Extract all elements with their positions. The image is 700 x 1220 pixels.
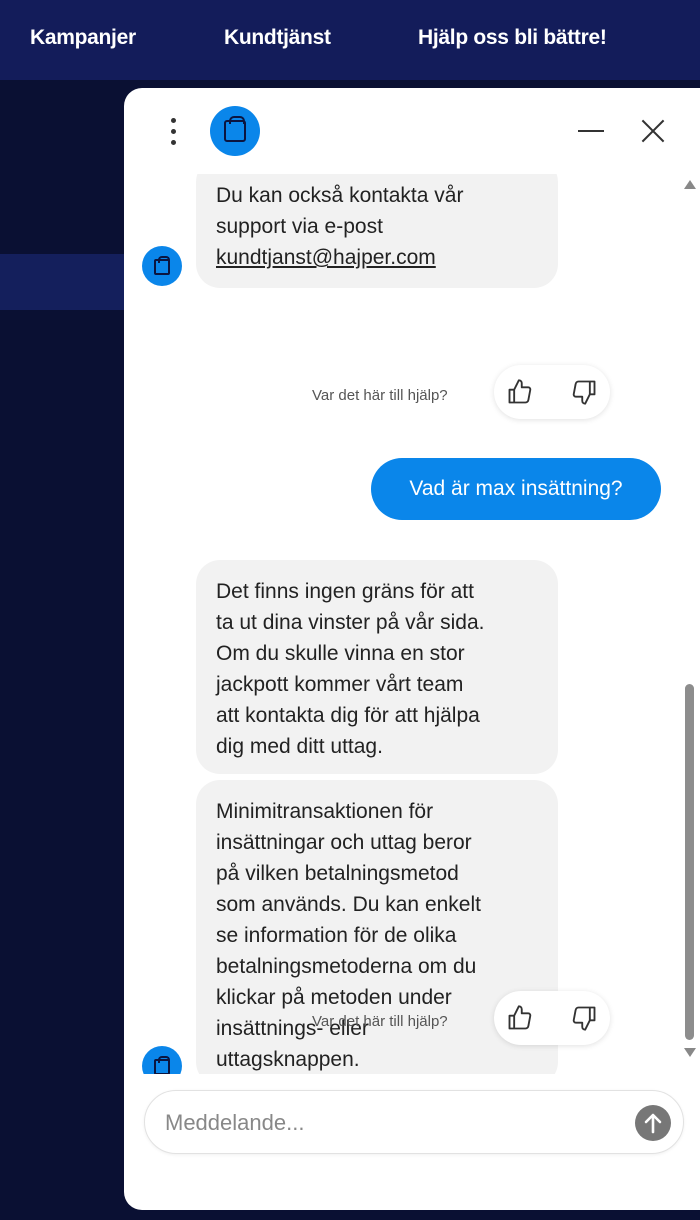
chat-header	[124, 88, 700, 174]
message-line: Minimitransaktionen för	[216, 800, 434, 823]
message-line: klickar på metoden under	[216, 986, 452, 1009]
scroll-thumb[interactable]	[685, 684, 694, 1040]
send-button[interactable]	[635, 1105, 671, 1141]
message-line: Om du skulle vinna en stor	[216, 642, 465, 665]
bot-avatar-icon	[142, 1046, 182, 1074]
close-icon[interactable]	[638, 116, 668, 146]
feedback-buttons	[494, 365, 610, 419]
chat-widget: Du kan också kontakta vår support via e-…	[124, 88, 700, 1210]
message-line: jackpott kommer vårt team	[216, 673, 464, 696]
message-composer	[144, 1090, 684, 1154]
minimize-icon[interactable]	[576, 116, 606, 146]
message-input[interactable]	[165, 1103, 615, 1143]
bot-avatar-icon	[210, 106, 260, 156]
message-line: att kontakta dig för att hjälpa	[216, 704, 480, 727]
message-line: betalningsmetoderna om du	[216, 955, 477, 978]
scroll-down-arrow-icon[interactable]	[684, 1048, 696, 1057]
message-line: ta ut dina vinster på vår sida.	[216, 611, 485, 634]
thumbs-up-icon[interactable]	[506, 378, 534, 406]
scroll-up-arrow-icon[interactable]	[684, 180, 696, 189]
arrow-up-icon	[644, 1113, 662, 1134]
message-line: Du kan också kontakta vår	[216, 184, 464, 207]
message-line: se information för de olika	[216, 924, 457, 947]
nav-link-kampanjer[interactable]: Kampanjer	[30, 26, 136, 50]
message-line: dig med ditt uttag.	[216, 735, 383, 758]
message-line: Det finns ingen gräns för att	[216, 580, 474, 603]
message-line: support via e-post	[216, 215, 383, 238]
bot-message: Du kan också kontakta vår support via e-…	[196, 174, 558, 288]
feedback-label: Var det här till hjälp?	[312, 387, 448, 404]
user-message: Vad är max insättning?	[371, 458, 661, 520]
thumbs-down-icon[interactable]	[570, 1004, 598, 1032]
nav-link-kundtjanst[interactable]: Kundtjänst	[224, 26, 331, 50]
message-line: som används. Du kan enkelt	[216, 893, 481, 916]
support-email-link[interactable]: kundtjanst@hajper.com	[216, 242, 538, 273]
nav-link-feedback[interactable]: Hjälp oss bli bättre!	[418, 26, 607, 50]
message-line: på vilken betalningsmetod	[216, 862, 459, 885]
message-line: uttagsknappen.	[216, 1048, 360, 1071]
kebab-menu-icon[interactable]	[164, 116, 184, 148]
message-scrollbar[interactable]	[682, 180, 696, 1060]
feedback-buttons	[494, 991, 610, 1045]
message-list: Du kan också kontakta vår support via e-…	[124, 174, 684, 1074]
bot-avatar-icon	[142, 246, 182, 286]
message-line: insättningar och uttag beror	[216, 831, 472, 854]
thumbs-down-icon[interactable]	[570, 378, 598, 406]
top-navigation: Kampanjer Kundtjänst Hjälp oss bli bättr…	[0, 0, 700, 80]
feedback-label: Var det här till hjälp?	[312, 1013, 448, 1030]
bot-message: Det finns ingen gräns för att ta ut dina…	[196, 560, 558, 774]
thumbs-up-icon[interactable]	[506, 1004, 534, 1032]
background-menu-highlight	[0, 254, 124, 310]
